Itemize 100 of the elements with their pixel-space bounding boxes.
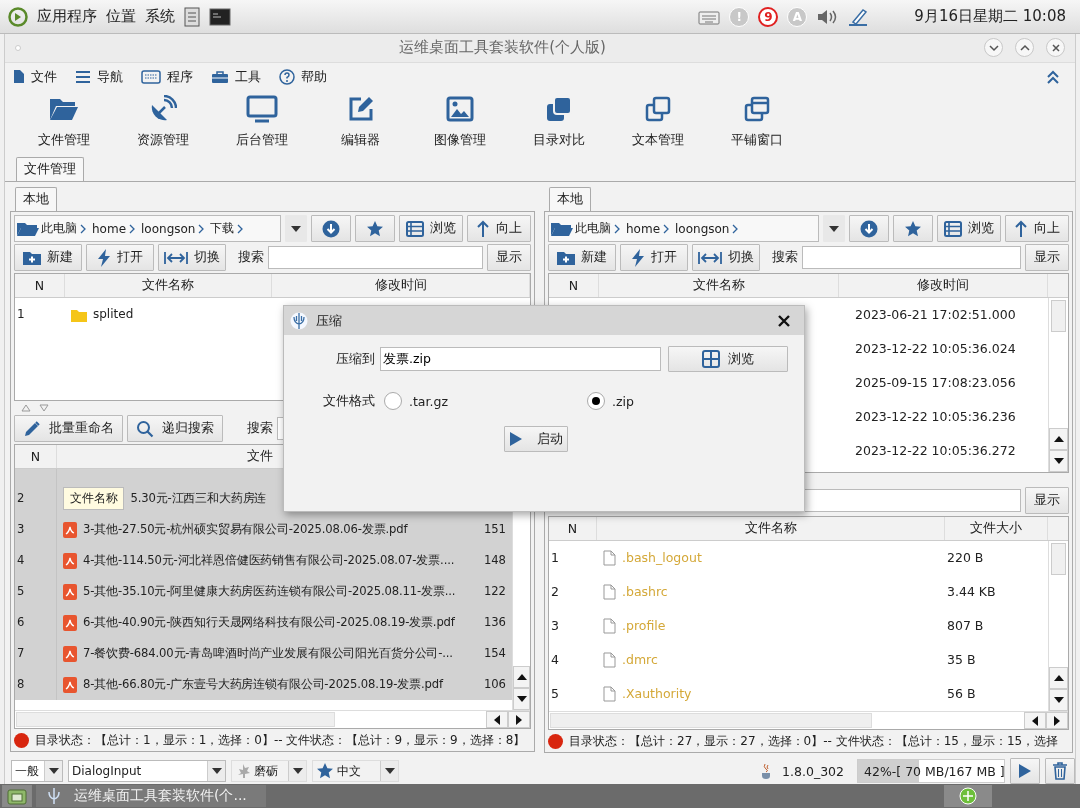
path-combobox[interactable]: 此电脑 home loongson 下载 bbox=[14, 215, 281, 242]
taskbar-button[interactable] bbox=[944, 785, 992, 807]
action-button[interactable]: 批量重命名 bbox=[14, 415, 123, 442]
folder-icon bbox=[551, 220, 573, 237]
search-field[interactable] bbox=[268, 246, 483, 269]
toolbar-button[interactable]: 编辑器 bbox=[311, 94, 410, 158]
maximize-button[interactable] bbox=[1015, 38, 1034, 58]
taskbar-button[interactable]: 运维桌面工具套装软件(个... bbox=[36, 785, 266, 807]
action-button[interactable]: 新建 bbox=[548, 244, 616, 271]
collapse-button[interactable] bbox=[1045, 68, 1061, 85]
path-segment[interactable]: loongson bbox=[675, 221, 740, 236]
dropdown[interactable]: DialogInput bbox=[68, 760, 226, 782]
menu-item[interactable]: 程序 bbox=[141, 67, 193, 86]
tab[interactable]: 文件管理 bbox=[16, 157, 84, 181]
column-header[interactable]: N bbox=[549, 274, 599, 297]
tab[interactable]: 本地 bbox=[15, 187, 57, 211]
menu-item[interactable]: 帮助 bbox=[279, 67, 327, 86]
close-button[interactable] bbox=[776, 312, 792, 329]
tab[interactable]: 本地 bbox=[549, 187, 591, 211]
toolbar-button[interactable]: 文本管理 bbox=[608, 94, 707, 158]
toolbar-button[interactable]: 文件管理 bbox=[14, 94, 113, 158]
toolbar-button[interactable]: 平铺窗口 bbox=[707, 94, 806, 158]
path-segment[interactable]: loongson bbox=[141, 221, 206, 236]
table-row[interactable]: 1 .bash_logout 220 B bbox=[549, 541, 1048, 575]
vertical-scrollbar[interactable] bbox=[1048, 298, 1068, 472]
tray-indicator[interactable]: 9 bbox=[758, 6, 779, 27]
start-button[interactable]: 启动 bbox=[504, 426, 568, 452]
table-row[interactable]: 3 .profile 807 B bbox=[549, 609, 1048, 643]
run-button[interactable] bbox=[1010, 758, 1040, 784]
browse-button[interactable]: 浏览 bbox=[399, 215, 463, 242]
action-button[interactable]: 打开 bbox=[620, 244, 688, 271]
up-button[interactable]: 向上 bbox=[1005, 215, 1069, 242]
column-header[interactable]: 修改时间 bbox=[272, 274, 530, 297]
menu-item[interactable]: 导航 bbox=[75, 67, 123, 86]
horizontal-scrollbar[interactable] bbox=[15, 710, 530, 728]
action-button[interactable]: 切换 bbox=[158, 244, 226, 271]
toolbar-button[interactable]: 资源管理 bbox=[113, 94, 212, 158]
file-name: .dmrc bbox=[622, 651, 658, 669]
column-header[interactable]: 文件名称 bbox=[597, 517, 945, 540]
browse-button[interactable]: 浏览 bbox=[668, 346, 788, 372]
column-header[interactable]: 文件大小 bbox=[945, 517, 1048, 540]
column-header[interactable]: 文件名称 bbox=[65, 274, 272, 297]
path-segment[interactable]: home bbox=[92, 221, 137, 236]
close-button[interactable] bbox=[1046, 38, 1065, 58]
path-segment[interactable]: 下载 bbox=[210, 220, 245, 237]
delete-button[interactable] bbox=[1045, 758, 1075, 784]
column-header[interactable]: 修改时间 bbox=[839, 274, 1048, 297]
browse-button[interactable]: 浏览 bbox=[937, 215, 1001, 242]
column-header[interactable]: N bbox=[15, 445, 57, 468]
clock[interactable]: 9月16日星期二 10:08 bbox=[914, 7, 1066, 26]
table-row[interactable]: 5 5-其他-35.10元-阿里健康大药房医药连锁有限公司-2025.08.11-发票... 122 bbox=[15, 576, 512, 607]
favorite-button[interactable] bbox=[893, 215, 933, 242]
table-row[interactable]: 7 7-餐饮费-684.00元-青岛啤酒时尚产业发展有限公司阳光百货分公司-... 154 bbox=[15, 638, 512, 669]
dropdown[interactable]: 磨砺 bbox=[231, 760, 307, 782]
menu-item[interactable]: 工具 bbox=[211, 67, 261, 86]
table-row[interactable]: 8 8-其他-66.80元-广东壹号大药房连锁有限公司-2025.08.19-发票.pdf 106 bbox=[15, 669, 512, 700]
path-combobox[interactable]: 此电脑 home loongson bbox=[548, 215, 819, 242]
column-header[interactable]: 文件名称 bbox=[599, 274, 839, 297]
vertical-scrollbar[interactable] bbox=[1048, 541, 1068, 711]
action-button[interactable]: 打开 bbox=[86, 244, 154, 271]
minimize-button[interactable] bbox=[984, 38, 1003, 58]
radio-option[interactable]: .tar.gz bbox=[384, 392, 582, 410]
toolbar-button[interactable]: 图像管理 bbox=[410, 94, 509, 158]
action-button[interactable]: 切换 bbox=[692, 244, 760, 271]
download-button[interactable] bbox=[311, 215, 351, 242]
table-row[interactable]: 4 4-其他-114.50元-河北祥恩倍健医药销售有限公司-2025.08.07-发票.... 148 bbox=[15, 545, 512, 576]
table-row[interactable]: 5 .Xauthority 56 B bbox=[549, 677, 1048, 711]
up-button[interactable]: 向上 bbox=[467, 215, 531, 242]
table-row[interactable]: 6 6-其他-40.90元-陕西知行天晟网络科技有限公司-2025.08.19-发票.pdf 136 bbox=[15, 607, 512, 638]
download-button[interactable] bbox=[849, 215, 889, 242]
path-segment[interactable]: home bbox=[626, 221, 671, 236]
table-row[interactable]: 2 .bashrc 3.44 KB bbox=[549, 575, 1048, 609]
path-segment[interactable]: 此电脑 bbox=[575, 220, 621, 237]
system-menu[interactable]: 位置 bbox=[106, 7, 136, 26]
dropdown[interactable]: 一般 bbox=[11, 760, 63, 782]
toolbar-button[interactable]: 后台管理 bbox=[212, 94, 311, 158]
column-header[interactable]: N bbox=[549, 517, 597, 540]
favorite-button[interactable] bbox=[355, 215, 395, 242]
search-label: 搜索 bbox=[238, 248, 264, 266]
system-menu[interactable]: 系统 bbox=[145, 7, 175, 26]
action-button[interactable]: 新建 bbox=[14, 244, 82, 271]
path-segment[interactable]: 此电脑 bbox=[41, 220, 87, 237]
dropdown-button[interactable] bbox=[285, 215, 307, 242]
column-header[interactable]: N bbox=[15, 274, 65, 297]
search-field[interactable] bbox=[802, 246, 1021, 269]
radio-option[interactable]: .zip bbox=[587, 392, 785, 410]
horizontal-scrollbar[interactable] bbox=[549, 711, 1068, 729]
table-row[interactable]: 3 3-其他-27.50元-杭州硕实贸易有限公司-2025.08.06-发票.pdf 151 bbox=[15, 514, 512, 545]
table-row[interactable]: 4 .dmrc 35 B bbox=[549, 643, 1048, 677]
dropdown-button[interactable] bbox=[823, 215, 845, 242]
show-button[interactable]: 显示 bbox=[1025, 487, 1069, 514]
file-name-field[interactable]: 发票.zip bbox=[380, 347, 661, 371]
action-button[interactable]: 递归搜索 bbox=[127, 415, 223, 442]
toolbar-button[interactable]: 目录对比 bbox=[509, 94, 608, 158]
dropdown[interactable]: 中文 bbox=[312, 760, 399, 782]
taskbar-button[interactable] bbox=[2, 785, 32, 807]
show-button[interactable]: 显示 bbox=[487, 244, 531, 271]
system-menu[interactable]: 应用程序 bbox=[37, 7, 97, 26]
menu-item[interactable]: 文件 bbox=[13, 67, 57, 86]
show-button[interactable]: 显示 bbox=[1025, 244, 1069, 271]
